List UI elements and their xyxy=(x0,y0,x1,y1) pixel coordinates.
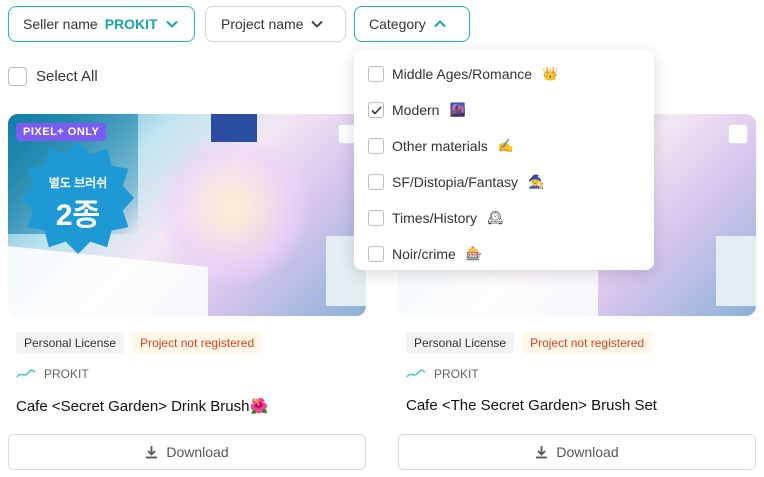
product-title[interactable]: Cafe <Secret Garden> Drink Brush🌺 xyxy=(16,397,268,415)
chevron-up-icon xyxy=(434,20,446,28)
category-option-label: Middle Ages/Romance xyxy=(392,66,533,82)
select-all-label: Select All xyxy=(36,68,98,85)
seller-logo-icon xyxy=(406,369,426,378)
checkbox[interactable] xyxy=(368,66,384,82)
checkbox[interactable] xyxy=(368,210,384,226)
category-option-middle-ages[interactable]: Middle Ages/Romance 👑 xyxy=(354,56,654,92)
checkbox[interactable] xyxy=(368,246,384,262)
writing-hand-icon: ✍ xyxy=(497,138,514,153)
category-option-label: Times/History xyxy=(392,210,478,226)
license-badge: Personal License xyxy=(406,332,515,354)
product-thumbnail[interactable]: PIXEL+ ONLY 별도 브러쉬 2종 xyxy=(8,114,366,316)
brush-badge-line2: 2종 xyxy=(55,199,101,232)
seller-filter-value: PROKIT xyxy=(104,16,158,32)
download-label: Download xyxy=(166,444,229,460)
brush-count-badge: 별도 브러쉬 2종 xyxy=(22,142,134,254)
category-option-other-materials[interactable]: Other materials ✍ xyxy=(354,128,654,164)
category-filter-label: Category xyxy=(369,16,426,32)
clock-icon: 🕰 xyxy=(487,210,504,225)
checkbox[interactable] xyxy=(368,138,384,154)
license-badge: Personal License xyxy=(16,332,125,354)
category-option-label: SF/Distopia/Fantasy xyxy=(392,174,519,190)
download-icon xyxy=(536,446,548,459)
checkbox[interactable] xyxy=(368,174,384,190)
category-option-label: Modern xyxy=(392,102,440,118)
product-card: PIXEL+ ONLY 별도 브러쉬 2종 Personal License P… xyxy=(8,114,366,474)
project-filter-dropdown[interactable]: Project name xyxy=(205,6,346,42)
category-filter-dropdown[interactable]: Category xyxy=(354,6,470,42)
seller-info: PROKIT xyxy=(16,367,89,381)
brush-badge-line1: 별도 브러쉬 xyxy=(48,176,108,190)
chevron-down-icon xyxy=(311,20,324,28)
chevron-down-icon xyxy=(165,20,178,28)
select-all[interactable]: Select All xyxy=(8,67,98,86)
status-badge: Project not registered xyxy=(132,332,263,354)
project-filter-label: Project name xyxy=(221,16,304,32)
seller-filter-label: Seller name xyxy=(23,16,98,32)
download-button[interactable]: Download xyxy=(398,434,756,470)
cityscape-icon: 🌆 xyxy=(449,102,466,117)
checkbox-checked[interactable] xyxy=(368,102,384,118)
category-option-label: Other materials xyxy=(392,138,488,154)
card-select-checkbox[interactable] xyxy=(728,124,748,144)
category-option-times-history[interactable]: Times/History 🕰 xyxy=(354,200,654,236)
slot-machine-icon: 🎰 xyxy=(465,246,482,261)
wizard-icon: 🧙 xyxy=(528,174,545,189)
pixel-only-badge: PIXEL+ ONLY xyxy=(16,123,107,141)
category-option-modern[interactable]: Modern 🌆 xyxy=(354,92,654,128)
category-dropdown-menu: Middle Ages/Romance 👑 Modern 🌆 Other mat… xyxy=(354,50,654,270)
category-option-sf-fantasy[interactable]: SF/Distopia/Fantasy 🧙 xyxy=(354,164,654,200)
product-title[interactable]: Cafe <The Secret Garden> Brush Set xyxy=(406,397,657,414)
seller-info: PROKIT xyxy=(406,367,479,381)
seller-logo-icon xyxy=(16,369,36,378)
select-all-checkbox[interactable] xyxy=(8,67,27,86)
crown-icon: 👑 xyxy=(542,66,559,81)
download-icon xyxy=(146,446,158,459)
download-label: Download xyxy=(556,444,619,460)
check-icon xyxy=(370,105,382,115)
download-button[interactable]: Download xyxy=(8,434,366,470)
category-option-label: Noir/crime xyxy=(392,246,456,262)
seller-name: PROKIT xyxy=(44,367,89,381)
status-badge: Project not registered xyxy=(522,332,653,354)
seller-filter-dropdown[interactable]: Seller name PROKIT xyxy=(8,6,195,42)
category-option-noir-crime[interactable]: Noir/crime 🎰 xyxy=(354,236,654,272)
seller-name: PROKIT xyxy=(434,367,479,381)
